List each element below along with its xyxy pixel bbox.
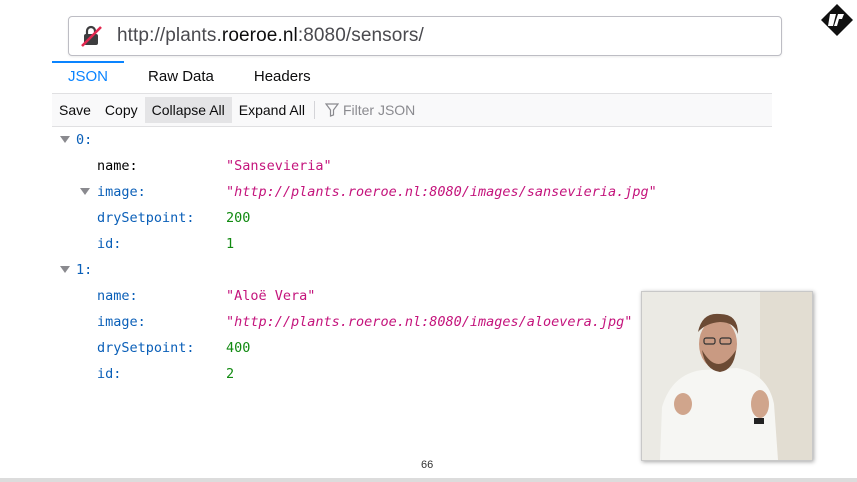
key-dry-setpoint: drySetpoint: (97, 340, 195, 356)
value-name: "Aloë Vera" (226, 288, 316, 304)
speaker-figure (642, 292, 812, 460)
key-name: name: (97, 158, 138, 174)
key-image: image: (97, 314, 146, 330)
value-id: 2 (226, 366, 235, 382)
filter-json-input[interactable]: Filter JSON (324, 102, 416, 118)
value-name: "Sansevieria" (226, 158, 332, 174)
key-id: id: (97, 236, 122, 252)
tab-json[interactable]: JSON (52, 61, 125, 93)
url-text: http://plants.roeroe.nl:8080/sensors/ (117, 25, 424, 46)
viewer-tabs: JSON Raw Data Headers (52, 61, 772, 94)
value-dry-setpoint: 400 (226, 340, 251, 356)
filter-placeholder: Filter JSON (342, 102, 416, 118)
toolbar-divider (313, 101, 315, 119)
save-button[interactable]: Save (52, 97, 98, 123)
tab-headers[interactable]: Headers (238, 61, 327, 93)
tree-node-image[interactable]: image: (80, 180, 146, 204)
key-id: id: (97, 366, 122, 382)
page-number: 66 (421, 459, 434, 471)
expand-toggle-icon[interactable] (80, 188, 90, 195)
key-image: image: (97, 184, 146, 200)
tree-node-1[interactable]: 1: (60, 258, 92, 282)
tree-node-0[interactable]: 0: (60, 128, 92, 152)
value-id: 1 (226, 236, 235, 252)
value-dry-setpoint: 200 (226, 210, 251, 226)
speaker-video-thumbnail (641, 291, 813, 461)
value-image-link[interactable]: "http://plants.roeroe.nl:8080/images/san… (226, 180, 657, 204)
insecure-lock-icon (81, 25, 102, 47)
value-image-link[interactable]: "http://plants.roeroe.nl:8080/images/alo… (226, 310, 632, 334)
key-dry-setpoint: drySetpoint: (97, 210, 195, 226)
node-index: 0: (76, 132, 93, 148)
json-toolbar: Save Copy Collapse All Expand All Filter… (52, 94, 772, 127)
address-bar[interactable]: http://plants.roeroe.nl:8080/sensors/ (68, 16, 782, 56)
key-name: name: (97, 288, 138, 304)
expand-all-button[interactable]: Expand All (232, 97, 312, 123)
expand-toggle-icon[interactable] (60, 266, 70, 273)
copy-button[interactable]: Copy (98, 97, 145, 123)
node-index: 1: (76, 262, 93, 278)
expand-toggle-icon[interactable] (60, 136, 70, 143)
tab-raw-data[interactable]: Raw Data (132, 61, 230, 93)
collapse-all-button[interactable]: Collapse All (144, 97, 232, 123)
filter-icon (324, 103, 339, 117)
presenter-logo-icon (821, 4, 853, 36)
bottom-edge (0, 478, 857, 482)
